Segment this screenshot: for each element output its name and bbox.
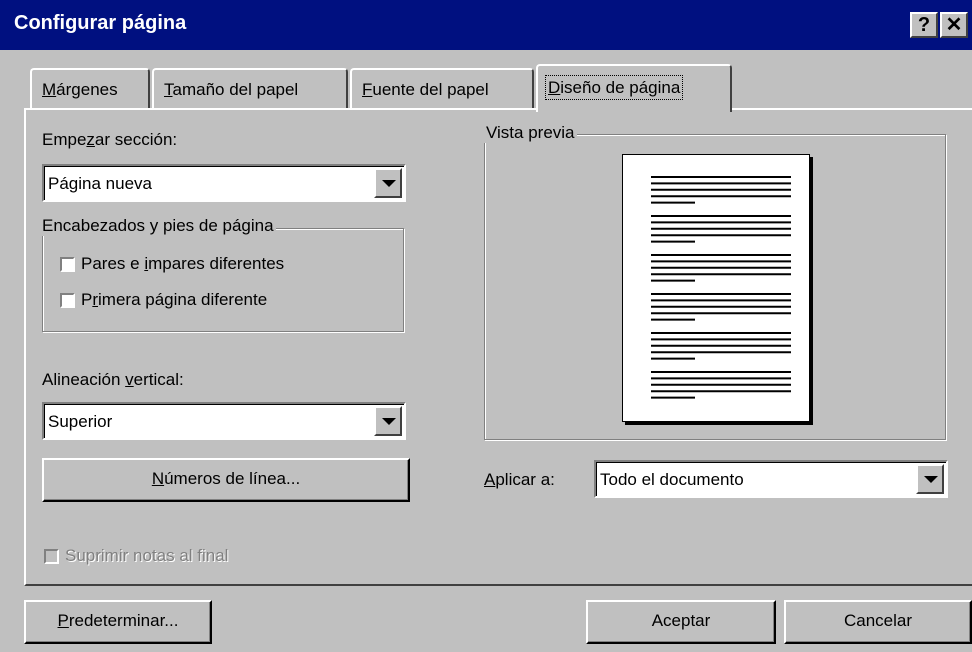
default-button[interactable]: Predeterminar... (24, 600, 212, 644)
section-start-label: Empezar sección: (42, 130, 178, 149)
apply-to-select[interactable]: Todo el documento (594, 460, 948, 498)
tab-fuente-papel[interactable]: Fuente del papel (350, 68, 534, 108)
help-button[interactable]: ? (910, 12, 938, 38)
chevron-down-icon[interactable] (916, 464, 944, 494)
odd-even-label: Pares e impares diferentes (81, 254, 285, 273)
apply-to-label: Aplicar a: (484, 470, 555, 489)
preview-group-title: Vista previa (484, 123, 577, 143)
cancel-button[interactable]: Cancelar (784, 600, 972, 644)
vertical-alignment-select[interactable]: Superior (42, 402, 406, 440)
suppress-endnotes-row: Suprimir notas al final (44, 546, 228, 566)
close-button[interactable]: ✕ (940, 12, 968, 38)
first-page-checkbox[interactable] (60, 292, 75, 308)
section-start-select[interactable]: Página nueva (42, 164, 406, 202)
preview-text-lines (651, 176, 791, 399)
headers-footers-group-title: Encabezados y pies de página (40, 216, 276, 236)
headers-footers-group (42, 228, 404, 332)
apply-to-value: Todo el documento (600, 470, 744, 489)
title-bar: Configurar página ? ✕ (0, 0, 972, 50)
tab-diseno-pagina-label: Diseño de página (544, 75, 684, 100)
suppress-endnotes-checkbox (44, 548, 59, 564)
odd-even-checkbox[interactable] (60, 256, 75, 272)
suppress-endnotes-label: Suprimir notas al final (65, 546, 229, 565)
ok-button[interactable]: Aceptar (586, 600, 776, 644)
preview-page (622, 154, 810, 422)
first-page-label: Primera página diferente (81, 290, 268, 309)
tab-tamano-papel[interactable]: Tamaño del papel (152, 68, 348, 108)
chevron-down-icon[interactable] (374, 168, 402, 198)
section-start-value: Página nueva (48, 174, 152, 193)
line-numbers-button[interactable]: Números de línea... (42, 458, 410, 502)
vertical-alignment-value: Superior (48, 412, 113, 431)
odd-even-checkbox-row[interactable]: Pares e impares diferentes (60, 254, 284, 274)
first-page-checkbox-row[interactable]: Primera página diferente (60, 290, 267, 310)
tab-diseno-pagina[interactable]: Diseño de página (536, 64, 732, 112)
tab-margenes[interactable]: Márgenes (30, 68, 150, 108)
vertical-alignment-label: Alineación vertical: (42, 370, 184, 389)
chevron-down-icon[interactable] (374, 406, 402, 436)
window-title: Configurar página (14, 12, 187, 34)
